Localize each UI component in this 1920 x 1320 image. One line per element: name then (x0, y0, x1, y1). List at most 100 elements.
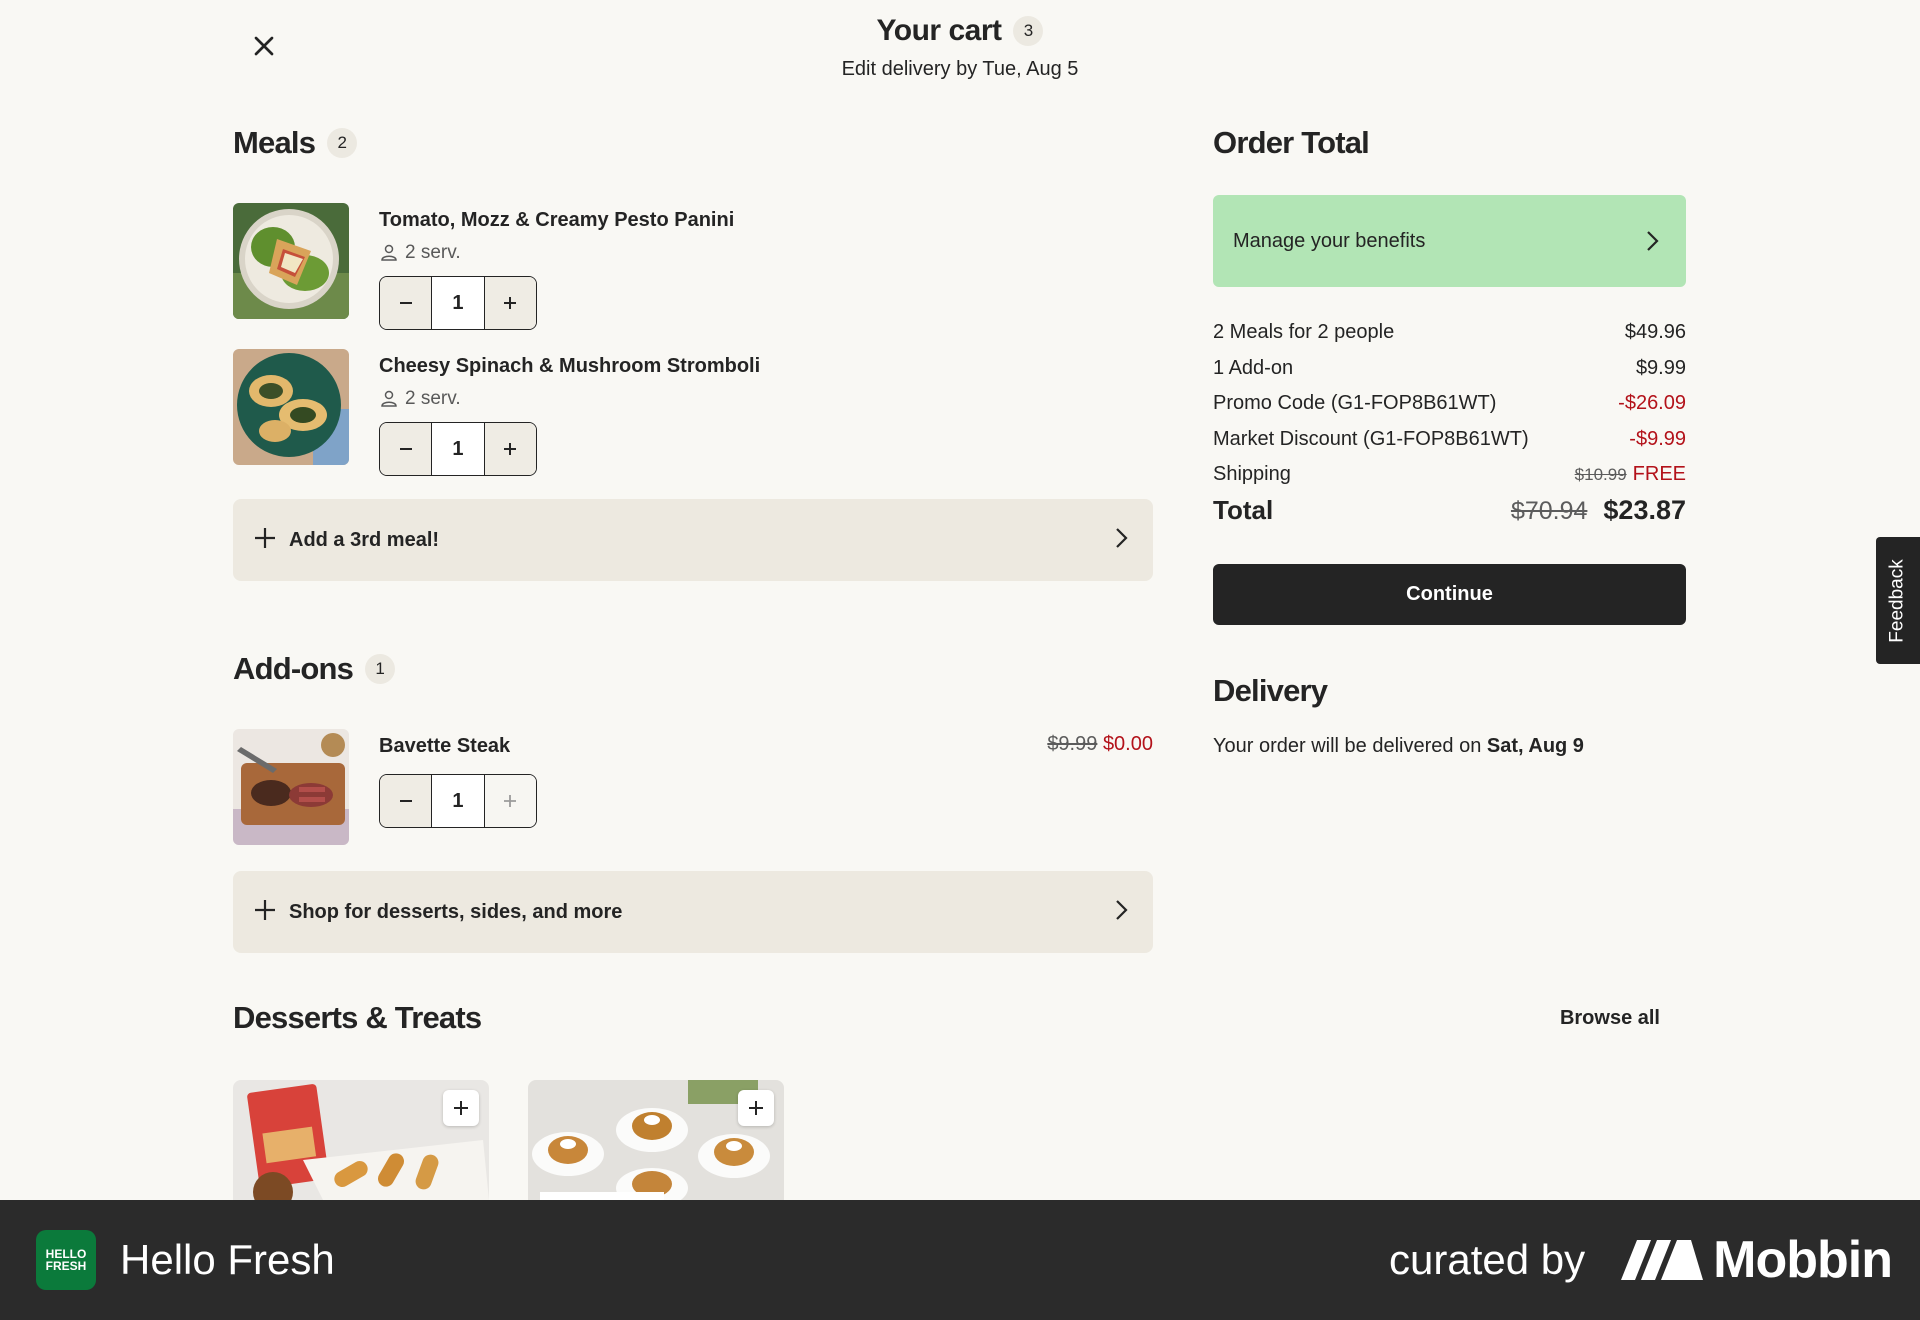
person-icon (381, 390, 397, 407)
cart-items-column: Meals 2 Tomato, Mozz & Creamy Pesto Pani… (233, 125, 1153, 953)
delivery-text: Your order will be delivered on (1213, 734, 1487, 757)
price-line-value: -$9.99 (1629, 427, 1686, 450)
mobbin-wordmark: Mobbin (1713, 1231, 1893, 1289)
plus-icon (504, 297, 517, 309)
price-line: Promo Code (G1-FOP8B61WT) -$26.09 (1213, 386, 1686, 422)
desserts-header: Desserts & Treats Browse all (233, 1000, 1660, 1036)
plus-icon (504, 443, 517, 455)
decrease-button[interactable] (380, 775, 432, 827)
increase-button[interactable] (484, 423, 536, 475)
decrease-button[interactable] (380, 277, 432, 329)
total-price: $23.87 (1603, 494, 1686, 525)
increase-button[interactable] (484, 775, 536, 827)
total-line: Total $70.94 $23.87 (1213, 495, 1686, 526)
plus-icon (454, 1101, 468, 1115)
shipping-label: Shipping (1213, 463, 1291, 486)
add-meal-label: Add a 3rd meal! (289, 528, 440, 551)
add-dessert-button[interactable] (738, 1090, 774, 1126)
price-line-value: $9.99 (1635, 356, 1686, 379)
footer-bar: HELLO FRESH Hello Fresh curated by Mobbi… (0, 1200, 1920, 1320)
delivery-date: Sat, Aug 9 (1486, 734, 1584, 757)
addon-name[interactable]: Bavette Steak (379, 735, 537, 758)
shop-extras-button[interactable]: Shop for desserts, sides, and more (233, 871, 1153, 953)
logo-line-2: FRESH (45, 1259, 87, 1273)
meals-title: Meals (233, 125, 316, 160)
price-line-label: 2 Meals for 2 people (1213, 321, 1395, 344)
plus-icon (251, 896, 279, 929)
addon-item: Bavette Steak 1 $9.99 $0.00 (233, 729, 1153, 845)
minus-icon (399, 302, 412, 304)
shipping-line: Shipping $10.99 FREE (1213, 457, 1686, 493)
addons-title: Add-ons (233, 651, 354, 686)
servings-label: 2 serv. (405, 242, 461, 263)
chevron-right-icon (1647, 231, 1659, 251)
meal-item: Cheesy Spinach & Mushroom Stromboli 2 se… (233, 349, 1153, 476)
delivery-title: Delivery (1213, 672, 1328, 708)
order-total-title: Order Total (1213, 125, 1370, 160)
addon-old-price: $9.99 (1047, 733, 1098, 755)
minus-icon (399, 800, 412, 802)
meal-item: Tomato, Mozz & Creamy Pesto Panini 2 ser… (233, 203, 1153, 330)
quantity-stepper: 1 (379, 276, 537, 330)
addon-new-price: $0.00 (1102, 733, 1153, 755)
price-breakdown: 2 Meals for 2 people $49.96 1 Add-on $9.… (1213, 315, 1686, 526)
meals-header: Meals 2 (233, 125, 1153, 161)
footer-app-name: Hello Fresh (120, 1236, 335, 1283)
edit-delivery-link[interactable]: Edit delivery by Tue, Aug 5 (0, 58, 1920, 81)
shipping-value: FREE (1632, 463, 1686, 486)
chevron-right-icon (1107, 524, 1135, 557)
delivery-info: Your order will be delivered on Sat, Aug… (1213, 735, 1686, 758)
curated-by-label: curated by (1389, 1236, 1586, 1283)
total-label: Total (1213, 494, 1274, 525)
total-old-price: $70.94 (1510, 496, 1588, 525)
price-line: 1 Add-on $9.99 (1213, 351, 1686, 387)
manage-benefits-button[interactable]: Manage your benefits (1213, 195, 1686, 287)
meal-name[interactable]: Cheesy Spinach & Mushroom Stromboli (379, 355, 760, 378)
hello-fresh-logo: HELLO FRESH (36, 1230, 96, 1290)
addon-price: $9.99 $0.00 (1047, 733, 1153, 756)
feedback-tab[interactable]: Feedback (1876, 537, 1920, 664)
meal-image-stromboli[interactable] (233, 349, 349, 465)
dessert-card[interactable] (233, 1080, 489, 1200)
continue-button[interactable]: Continue (1213, 563, 1686, 625)
order-summary: Order Total Manage your benefits 2 Meals… (1213, 125, 1686, 758)
add-dessert-button[interactable] (443, 1090, 479, 1126)
desserts-title: Desserts & Treats (233, 1000, 482, 1035)
decrease-button[interactable] (380, 423, 432, 475)
manage-benefits-label: Manage your benefits (1233, 229, 1426, 252)
plus-icon (749, 1101, 763, 1115)
quantity-value: 1 (431, 423, 485, 475)
servings-label: 2 serv. (405, 388, 461, 409)
person-icon (381, 244, 397, 261)
add-meal-button[interactable]: Add a 3rd meal! (233, 499, 1153, 581)
price-line: Market Discount (G1-FOP8B61WT) -$9.99 (1213, 422, 1686, 458)
shop-extras-label: Shop for desserts, sides, and more (289, 900, 623, 923)
price-line-value: $49.96 (1624, 321, 1686, 344)
plus-icon (504, 795, 517, 807)
addon-image-steak[interactable] (233, 729, 349, 845)
price-line-value: -$26.09 (1618, 392, 1686, 415)
chevron-right-icon (1107, 896, 1135, 929)
quantity-stepper: 1 (379, 422, 537, 476)
addons-count-badge: 1 (365, 654, 396, 684)
mobbin-logo: Mobbin (1621, 1230, 1893, 1290)
servings-info: 2 serv. (379, 242, 734, 264)
plus-icon (251, 524, 279, 557)
mobbin-mark-icon (1621, 1240, 1704, 1280)
feedback-label: Feedback (1887, 558, 1909, 643)
shipping-old-price: $10.99 (1574, 464, 1627, 484)
price-line: 2 Meals for 2 people $49.96 (1213, 315, 1686, 351)
dessert-card[interactable] (528, 1080, 784, 1200)
cart-count-badge: 3 (1013, 16, 1044, 46)
meals-count-badge: 2 (327, 128, 358, 158)
meal-name[interactable]: Tomato, Mozz & Creamy Pesto Panini (379, 209, 734, 232)
meal-image-panini[interactable] (233, 203, 349, 319)
page-title: Your cart (876, 14, 1002, 47)
increase-button[interactable] (484, 277, 536, 329)
addons-header: Add-ons 1 (233, 651, 1153, 687)
browse-all-link[interactable]: Browse all (1560, 1007, 1660, 1030)
price-line-label: 1 Add-on (1213, 356, 1294, 379)
minus-icon (399, 448, 412, 450)
cart-header: Your cart 3 Edit delivery by Tue, Aug 5 (0, 14, 1920, 81)
quantity-value: 1 (431, 775, 485, 827)
